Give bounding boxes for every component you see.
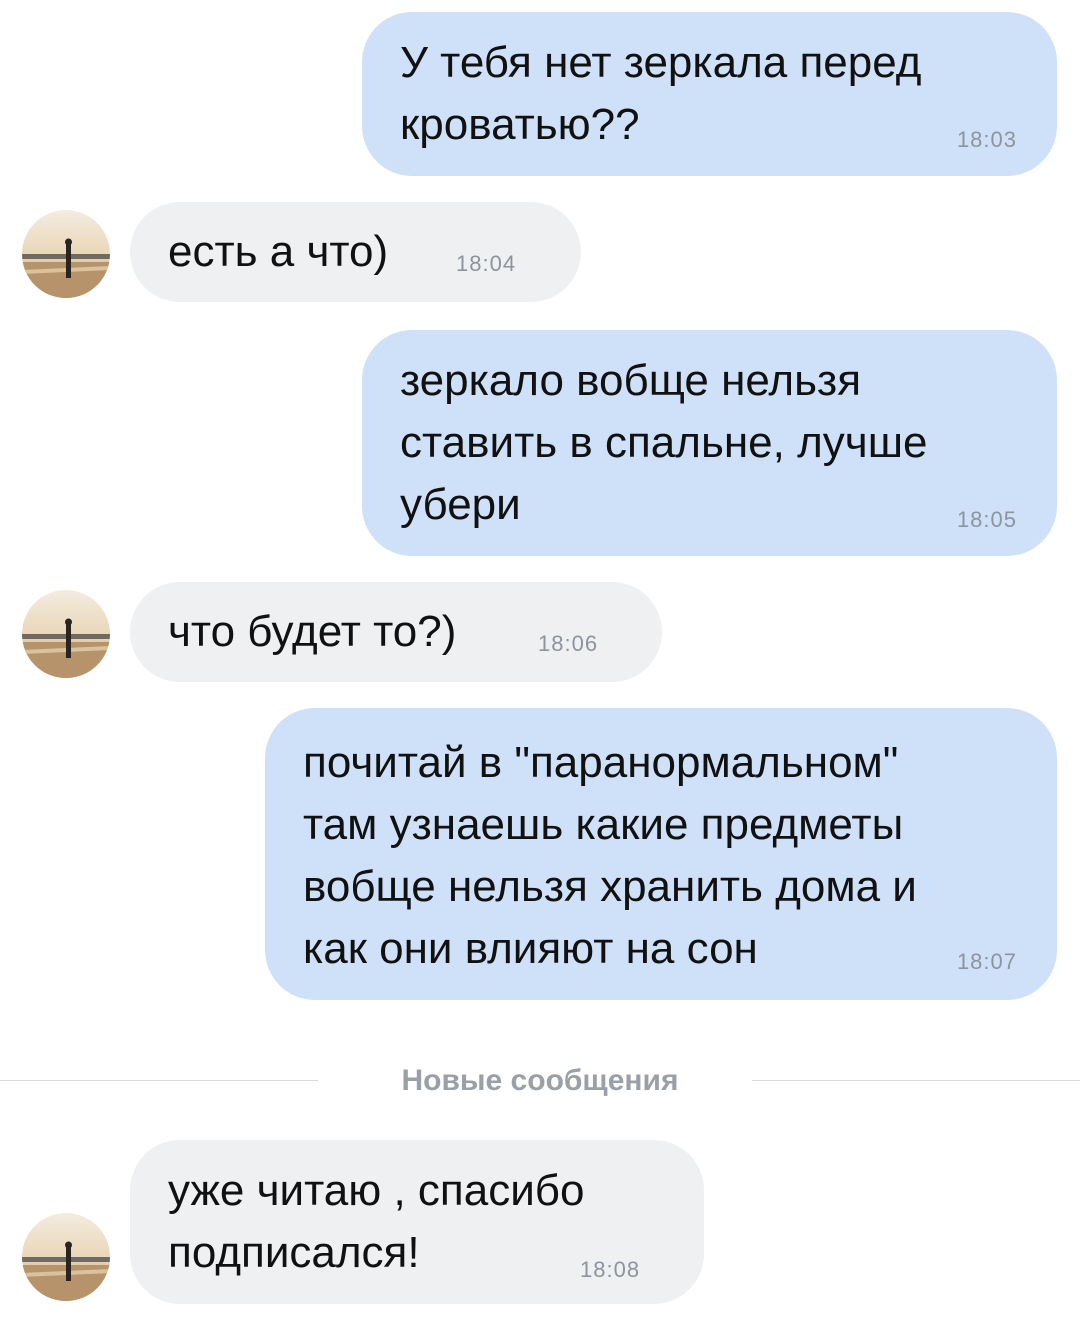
message-time: 18:04 bbox=[456, 251, 517, 276]
message-text: зеркало вобще нельзя ставить в спальне, … bbox=[400, 356, 928, 529]
avatar[interactable] bbox=[22, 1213, 110, 1301]
beach-silhouette-icon bbox=[22, 590, 110, 678]
message-time: 18:08 bbox=[580, 1257, 641, 1282]
message-bubble-outgoing[interactable]: почитай в "паранормальном" там узнаешь к… bbox=[265, 708, 1057, 1000]
message-time: 18:06 bbox=[538, 631, 599, 656]
message-text: У тебя нет зеркала перед кроватью?? bbox=[400, 38, 922, 149]
avatar[interactable] bbox=[22, 590, 110, 678]
message-text: почитай в "паранормальном" там узнаешь к… bbox=[303, 738, 917, 973]
beach-silhouette-icon bbox=[22, 1213, 110, 1301]
message-time: 18:05 bbox=[956, 507, 1017, 532]
new-messages-divider: Новые сообщения bbox=[401, 1064, 679, 1097]
avatar[interactable] bbox=[22, 210, 110, 298]
message-bubble-incoming[interactable]: есть а что) 18:04 bbox=[130, 202, 581, 302]
message-time: 18:03 bbox=[956, 127, 1017, 152]
message-time: 18:07 bbox=[956, 949, 1017, 974]
beach-silhouette-icon bbox=[22, 210, 110, 298]
message-bubble-incoming[interactable]: что будет то?) 18:06 bbox=[130, 582, 662, 682]
message-bubble-outgoing[interactable]: У тебя нет зеркала перед кроватью?? 18:0… bbox=[362, 12, 1057, 176]
message-bubble-outgoing[interactable]: зеркало вобще нельзя ставить в спальне, … bbox=[362, 330, 1057, 556]
message-bubble-incoming[interactable]: уже читаю , спасибо подписался! 18:08 bbox=[130, 1140, 704, 1304]
